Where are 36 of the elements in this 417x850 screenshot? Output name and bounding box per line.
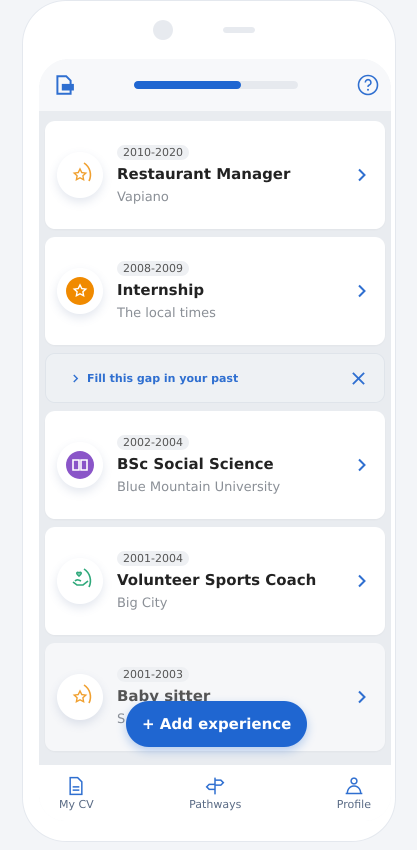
- experience-title: BSc Social Science: [117, 455, 274, 473]
- signpost-icon: [205, 776, 226, 796]
- year-range-tag: 2001-2003: [117, 667, 189, 682]
- chevron-right-icon: [357, 284, 367, 298]
- add-experience-button[interactable]: + Add experience: [126, 701, 308, 747]
- person-icon: [344, 776, 364, 796]
- year-range-tag: 2001-2004: [117, 551, 189, 566]
- experience-title: Volunteer Sports Coach: [117, 571, 316, 589]
- experience-card[interactable]: 2008-2009 Internship The local times: [45, 237, 385, 345]
- chevron-right-icon: [72, 374, 79, 382]
- experience-place: The local times: [117, 306, 216, 321]
- nav-tab[interactable]: My CV: [45, 765, 108, 821]
- experience-place: S: [117, 712, 126, 727]
- experience-card[interactable]: 2010-2020 Restaurant Manager Vapiano: [45, 121, 385, 229]
- speaker-slot: [223, 27, 255, 33]
- year-range-tag: 2008-2009: [117, 261, 189, 276]
- year-range-tag: 2010-2020: [117, 145, 189, 160]
- experience-title: Internship: [117, 281, 204, 299]
- gap-suggestion-banner[interactable]: Fill this gap in your past: [45, 353, 385, 403]
- year-range-tag: 2002-2004: [117, 435, 189, 450]
- experience-place: Vapiano: [117, 190, 169, 205]
- experience-place: Blue Mountain University: [117, 480, 280, 495]
- nav-tab[interactable]: Pathways: [175, 765, 256, 821]
- camera-dot: [153, 20, 173, 40]
- experience-card[interactable]: 2002-2004 BSc Social Science Blue Mountain University: [45, 411, 385, 519]
- experience-place: Big City: [117, 596, 168, 611]
- help-icon[interactable]: [357, 74, 379, 96]
- chevron-right-icon: [357, 168, 367, 182]
- nav-tab[interactable]: Profile: [322, 765, 385, 821]
- chevron-right-icon: [357, 458, 367, 472]
- close-icon[interactable]: [351, 370, 366, 386]
- gap-link[interactable]: Fill this gap in your past: [87, 372, 238, 384]
- chevron-right-icon: [357, 690, 367, 704]
- experience-title: Restaurant Manager: [117, 165, 290, 183]
- chevron-right-icon: [357, 574, 367, 588]
- experience-card[interactable]: 2001-2004 Volunteer Sports Coach Big City: [45, 527, 385, 635]
